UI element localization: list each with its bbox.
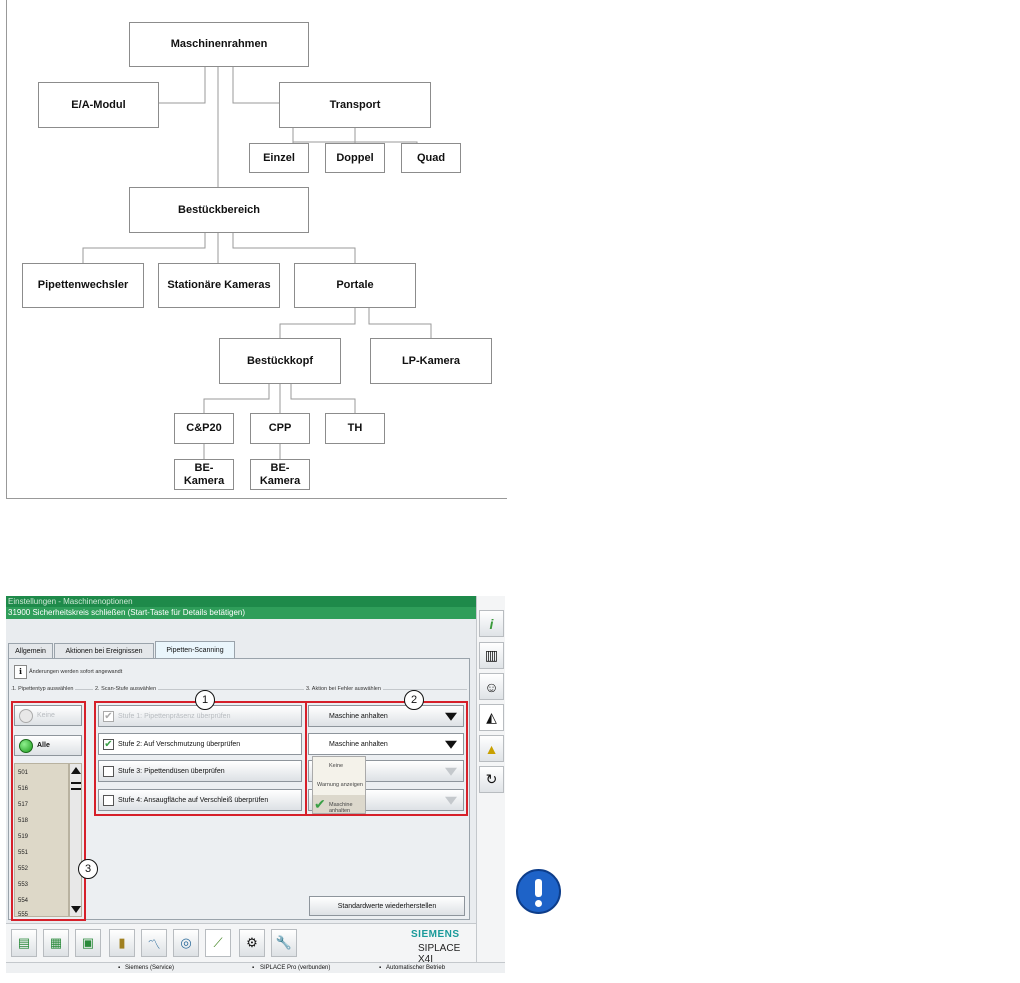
restore-defaults-button[interactable]: Standardwerte wiederherstellen <box>309 896 465 916</box>
divider <box>11 689 467 690</box>
node-cp20: C&P20 <box>174 413 234 444</box>
node-th: TH <box>325 413 385 444</box>
node-be-kamera-2: BE-Kamera <box>250 459 310 490</box>
tab-allgemein[interactable]: Allgemein <box>8 643 53 658</box>
status-service: Siemens (Service) <box>125 965 175 971</box>
info-icon[interactable]: i <box>479 610 504 637</box>
right-sidebar: i ▥ ☺ ◭ ▲ ↻ <box>476 596 505 973</box>
node-bestueckkopf: Bestückkopf <box>219 338 341 384</box>
node-ea-modul: E/A-Modul <box>38 82 159 128</box>
money-icon[interactable]: ▤ <box>11 929 37 957</box>
camera-icon[interactable]: ◎ <box>173 929 199 957</box>
grid-icon[interactable]: ▦ <box>43 929 69 957</box>
chart-icon[interactable]: 〽 <box>141 929 167 957</box>
info-note-icon: ℹ <box>14 665 27 679</box>
info-text: Änderungen werden sofort angewandt <box>29 669 123 675</box>
highlight-box-1 <box>94 701 307 816</box>
status-icon: ▪ <box>379 965 382 971</box>
pipette-icon[interactable]: ⟋ <box>205 929 231 957</box>
node-lp-kamera: LP-Kamera <box>370 338 492 384</box>
exclamation-dot <box>535 900 542 907</box>
brand-logo: SIEMENS <box>411 929 460 940</box>
status-message[interactable]: 31900 Sicherheitskreis schließen (Start-… <box>6 607 476 619</box>
exclamation-bar <box>535 879 542 897</box>
node-cpp: CPP <box>250 413 310 444</box>
warning-icon[interactable]: ▲ <box>479 735 504 762</box>
node-portale: Portale <box>294 263 416 308</box>
node-einzel: Einzel <box>249 143 309 173</box>
wrench-icon[interactable]: 🔧 <box>271 929 297 957</box>
important-notice-icon <box>516 869 561 914</box>
settings-active-icon[interactable]: ◭ <box>479 704 504 731</box>
save-icon[interactable]: ▣ <box>75 929 101 957</box>
node-pipettenwechsler: Pipettenwechsler <box>22 263 144 308</box>
window-title: Einstellungen - Maschinenoptionen <box>6 596 476 607</box>
node-stationaere-kameras: Stationäre Kameras <box>158 263 280 308</box>
settings-panel: ℹ Änderungen werden sofort angewandt 1. … <box>8 658 470 921</box>
tab-aktionen[interactable]: Aktionen bei Ereignissen <box>54 643 154 658</box>
highlight-box-3 <box>11 701 86 921</box>
node-bestueckbereich: Bestückbereich <box>129 187 309 233</box>
node-quad: Quad <box>401 143 461 173</box>
refresh-icon[interactable]: ↻ <box>479 766 504 793</box>
status-mode: Automatischer Betrieb <box>386 965 446 971</box>
callout-3: 3 <box>78 859 98 879</box>
clipboard-icon[interactable]: ▮ <box>109 929 135 957</box>
hierarchy-diagram: Maschinenrahmen E/A-Modul Transport Einz… <box>6 0 507 499</box>
status-icon: ▪ <box>118 965 121 971</box>
callout-1: 1 <box>195 690 215 710</box>
node-be-kamera-1: BE-Kamera <box>174 459 234 490</box>
gears-icon[interactable]: ⚙ <box>239 929 265 957</box>
node-doppel: Doppel <box>325 143 385 173</box>
node-maschinenrahmen: Maschinenrahmen <box>129 22 309 67</box>
machine-icon[interactable]: ▥ <box>479 642 504 669</box>
tab-pipetten-scanning[interactable]: Pipetten-Scanning <box>155 641 235 658</box>
section2-label: 2. Scan-Stufe auswählen <box>93 686 159 692</box>
status-siplace-pro: SIPLACE Pro (verbunden) <box>260 965 331 971</box>
status-icon: ▪ <box>252 965 255 971</box>
taskbar: ▤ ▦ ▣ ▮ 〽 ◎ ⟋ ⚙ 🔧 SIEMENS SIPLACE X4I <box>6 923 476 965</box>
highlight-box-2 <box>305 701 468 816</box>
section3-label: 3. Aktion bei Fehler auswählen <box>304 686 383 692</box>
bottom-status-bar: ▪ Siemens (Service) ▪ SIPLACE Pro (verbu… <box>6 962 505 973</box>
node-transport: Transport <box>279 82 431 128</box>
callout-2: 2 <box>404 690 424 710</box>
users-icon[interactable]: ☺ <box>479 673 504 700</box>
section1-label: 1. Pipettentyp auswählen <box>12 686 76 692</box>
machine-options-screen: Einstellungen - Maschinenoptionen 31900 … <box>6 596 505 973</box>
